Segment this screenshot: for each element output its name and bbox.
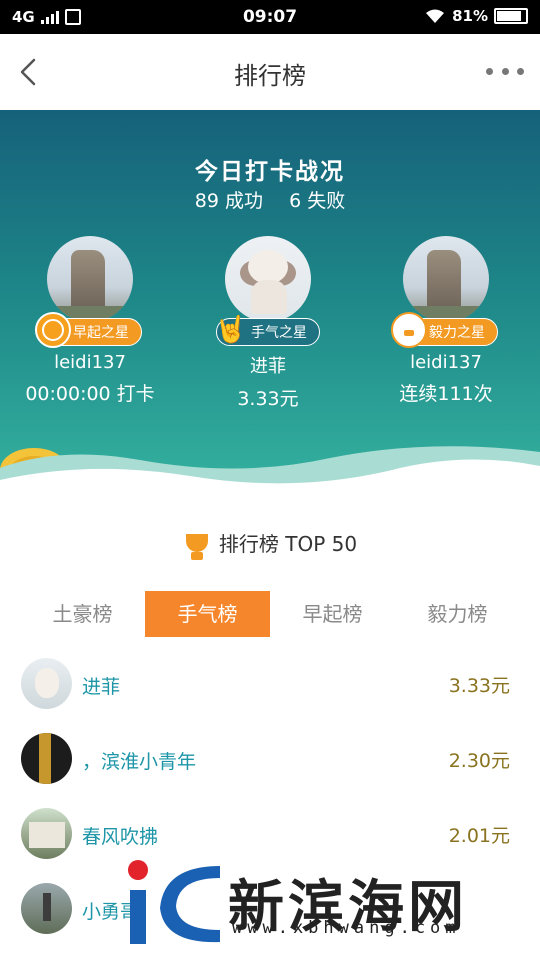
avatar <box>21 733 72 784</box>
user-name: ，滨淮小青年 <box>82 751 197 773</box>
amount: 2.30元 <box>448 750 510 772</box>
battery-label: 81% <box>452 7 488 25</box>
tab-tuhao[interactable]: 土豪榜 <box>20 591 145 637</box>
page-title: 排行榜 <box>234 62 306 90</box>
ranking-title: 排行榜 TOP 50 <box>218 532 358 556</box>
tab-early-rise[interactable]: 早起榜 <box>270 591 395 637</box>
tab-luck[interactable]: 手气榜 <box>145 591 270 637</box>
checkin-summary-banner: 今日打卡战况 89 成功 6 失败 早起之星 leidi137 00:00:00… <box>0 110 540 498</box>
success-count: 89 成功 <box>194 190 264 212</box>
avatar <box>225 236 311 322</box>
star-value: 3.33元 <box>237 388 299 410</box>
amount: 3.33元 <box>448 675 510 697</box>
star-value: 00:00:00 打卡 <box>25 383 155 405</box>
star-user-name: leidi137 <box>54 352 126 373</box>
star-user-name: leidi137 <box>410 352 482 373</box>
star-early-bird[interactable]: 早起之星 leidi137 00:00:00 打卡 <box>0 236 180 406</box>
watermark: 新滨海网 www.xbhwang.com <box>124 848 534 956</box>
star-lucky[interactable]: 手气之星 进菲 3.33元 <box>178 236 358 411</box>
summary-stats: 89 成功 6 失败 <box>0 186 540 213</box>
star-user-name: 进菲 <box>250 356 286 377</box>
ranking-header: 排行榜 TOP 50 <box>0 528 540 562</box>
chick-icon <box>391 312 427 348</box>
wave-divider <box>0 446 540 498</box>
rock-hand-icon <box>213 312 249 348</box>
trophy-icon <box>183 530 211 562</box>
avatar <box>21 808 72 859</box>
summary-title: 今日打卡战况 <box>195 159 345 185</box>
star-badge: 毅力之星 <box>391 312 498 348</box>
avatar <box>47 236 133 322</box>
status-right: 81% <box>424 7 528 25</box>
user-name: 进菲 <box>82 676 121 698</box>
nav-bar: 排行榜 <box>0 34 540 110</box>
more-icon[interactable] <box>486 64 524 78</box>
alarm-clock-icon <box>35 312 71 348</box>
wifi-icon <box>426 9 445 23</box>
amount: 2.01元 <box>448 825 510 847</box>
status-bar: 4G 09:07 81% <box>0 0 540 34</box>
star-value: 连续111次 <box>399 383 493 405</box>
list-item[interactable]: 进菲 3.33元 <box>0 652 540 727</box>
watermark-logo-icon <box>128 860 220 944</box>
fail-count: 6 失败 <box>289 190 346 212</box>
battery-icon <box>494 8 528 24</box>
star-perseverance[interactable]: 毅力之星 leidi137 连续111次 <box>356 236 536 406</box>
star-badge: 手气之星 <box>216 318 320 346</box>
avatar <box>403 236 489 322</box>
avatar <box>21 658 72 709</box>
star-badge-label: 毅力之星 <box>429 325 485 341</box>
ranking-tabs: 土豪榜 手气榜 早起榜 毅力榜 <box>20 591 520 637</box>
star-badge-label: 手气之星 <box>251 325 307 341</box>
star-badge-label: 早起之星 <box>73 325 129 341</box>
list-item[interactable]: ，滨淮小青年 2.30元 <box>0 727 540 802</box>
user-name: 春风吹拂 <box>82 826 159 848</box>
tab-perseverance[interactable]: 毅力榜 <box>395 591 520 637</box>
watermark-url: www.xbhwang.com <box>232 918 461 938</box>
star-badge: 早起之星 <box>35 312 142 348</box>
avatar <box>21 883 72 934</box>
